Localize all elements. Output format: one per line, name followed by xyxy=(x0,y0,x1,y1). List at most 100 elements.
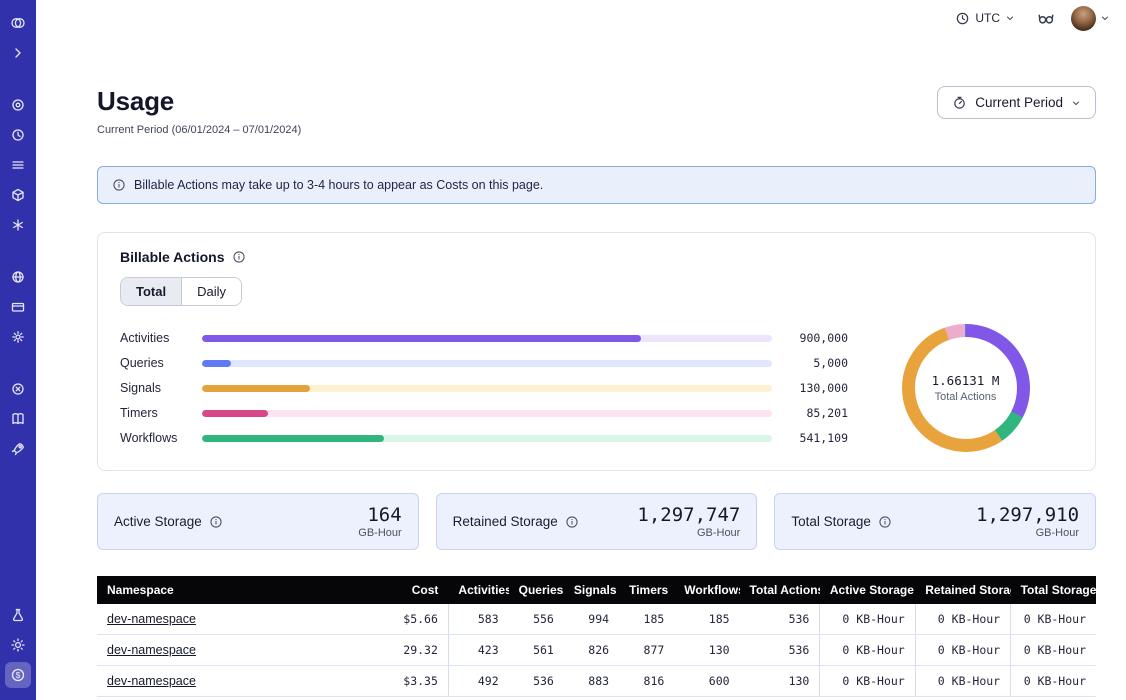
stopwatch-icon xyxy=(952,95,967,110)
namespaces-icon[interactable] xyxy=(5,92,31,118)
bar-track xyxy=(202,435,772,442)
column-header-active-storage: Active Storage xyxy=(820,576,915,604)
temporal-logo-icon[interactable] xyxy=(5,10,31,36)
table-cell: dev-namespace xyxy=(97,666,378,697)
stack-icon[interactable] xyxy=(5,152,31,178)
table-cell: 556 xyxy=(509,604,564,635)
info-banner-text: Billable Actions may take up to 3-4 hour… xyxy=(134,178,543,192)
usage-table: NamespaceCostActivitiesQueriesSignalsTim… xyxy=(97,576,1096,697)
bar-track xyxy=(202,385,772,392)
settings-gear-icon[interactable] xyxy=(5,324,31,350)
globe-icon[interactable] xyxy=(5,264,31,290)
info-banner: Billable Actions may take up to 3-4 hour… xyxy=(97,166,1096,204)
bar-track xyxy=(202,335,772,342)
docs-book-icon[interactable] xyxy=(5,406,31,432)
sun-icon[interactable] xyxy=(5,632,31,658)
table-cell: 492 xyxy=(448,666,508,697)
table-cell: 877 xyxy=(619,635,674,666)
namespace-link[interactable]: dev-namespace xyxy=(107,674,196,688)
svg-text:$: $ xyxy=(16,670,21,680)
usage-table-body: dev-namespace$5.665835569941851855360 KB… xyxy=(97,604,1096,697)
cube-icon[interactable] xyxy=(5,182,31,208)
table-cell: 536 xyxy=(509,666,564,697)
bar-fill xyxy=(202,435,384,442)
bar-chart: Activities 900,000 Queries 5,000 Signals130,… xyxy=(120,326,848,451)
donut-chart: 1.66131 M Total Actions xyxy=(902,324,1030,452)
info-icon[interactable] xyxy=(209,515,223,529)
glasses-icon[interactable] xyxy=(1037,9,1055,27)
bar-label: Signals xyxy=(120,381,194,395)
donut-total-value: 1.66131 M xyxy=(932,373,1000,388)
info-icon[interactable] xyxy=(878,515,892,529)
table-cell: 536 xyxy=(740,635,820,666)
history-clock-icon[interactable] xyxy=(5,122,31,148)
chevron-down-icon xyxy=(1071,98,1081,108)
timezone-label: UTC xyxy=(975,11,1000,25)
chevron-down-icon xyxy=(1100,13,1110,23)
stat-unit: GB-Hour xyxy=(637,527,740,539)
sidebar: $ xyxy=(0,0,36,700)
namespace-link[interactable]: dev-namespace xyxy=(107,612,196,626)
bar-track xyxy=(202,360,772,367)
column-header-total-storage: Total Storage xyxy=(1011,576,1096,604)
bar-label: Workflows xyxy=(120,431,194,445)
column-header-timers: Timers xyxy=(619,576,674,604)
table-cell: 0 KB-Hour xyxy=(820,635,915,666)
table-row: dev-namespace29.324235618268771305360 KB… xyxy=(97,635,1096,666)
billing-card-icon[interactable] xyxy=(5,294,31,320)
tab-daily[interactable]: Daily xyxy=(182,278,241,305)
bar-value: 5,000 xyxy=(786,356,848,370)
table-cell: 583 xyxy=(448,604,508,635)
table-cell: 0 KB-Hour xyxy=(915,604,1010,635)
stat-value: 1,297,747 xyxy=(637,504,740,526)
topbar: UTC xyxy=(36,0,1126,36)
tab-total[interactable]: Total xyxy=(121,278,182,305)
table-cell: $3.35 xyxy=(378,666,448,697)
table-cell: 0 KB-Hour xyxy=(1011,635,1096,666)
app-root: $ UTC Usage Current Period (06/01/20 xyxy=(0,0,1126,700)
stat-label: Total Storage xyxy=(791,514,871,529)
column-header-retained-storage: Retained Storage xyxy=(915,576,1010,604)
table-cell: 826 xyxy=(564,635,619,666)
support-circle-x-icon[interactable] xyxy=(5,376,31,402)
table-cell: 0 KB-Hour xyxy=(1011,604,1096,635)
billable-actions-title: Billable Actions xyxy=(120,249,225,265)
table-cell: dev-namespace xyxy=(97,604,378,635)
table-cell: 185 xyxy=(619,604,674,635)
namespace-link[interactable]: dev-namespace xyxy=(107,643,196,657)
bar-row-timers: Timers85,201 xyxy=(120,401,848,426)
table-cell: 423 xyxy=(448,635,508,666)
bar-value: 900,000 xyxy=(786,331,848,345)
table-cell: 0 KB-Hour xyxy=(1011,666,1096,697)
lab-flask-icon[interactable] xyxy=(5,602,31,628)
user-menu[interactable] xyxy=(1071,6,1110,31)
table-row: dev-namespace$3.354925368838166001300 KB… xyxy=(97,666,1096,697)
usage-dollar-icon[interactable]: $ xyxy=(5,662,31,688)
table-cell: 0 KB-Hour xyxy=(915,635,1010,666)
column-header-queries: Queries xyxy=(509,576,564,604)
bar-label: Activities xyxy=(120,331,194,345)
timezone-selector[interactable]: UTC xyxy=(949,10,1021,27)
stat-card-total-storage: Total Storage 1,297,910 GB-Hour xyxy=(774,493,1096,550)
column-header-namespace: Namespace xyxy=(97,576,378,604)
bar-value: 541,109 xyxy=(786,431,848,445)
info-icon xyxy=(112,178,126,192)
rocket-icon[interactable] xyxy=(5,436,31,462)
table-cell: 883 xyxy=(564,666,619,697)
page-content: Usage Current Period (06/01/2024 – 07/01… xyxy=(36,36,1126,700)
page-subtitle: Current Period (06/01/2024 – 07/01/2024) xyxy=(97,124,301,136)
usage-table-header: NamespaceCostActivitiesQueriesSignalsTim… xyxy=(97,576,1096,604)
bar-row-activities: Activities 900,000 xyxy=(120,326,848,351)
chevron-down-icon xyxy=(1005,13,1015,23)
info-icon[interactable] xyxy=(565,515,579,529)
info-icon[interactable] xyxy=(232,250,246,264)
nexus-asterisk-icon[interactable] xyxy=(5,212,31,238)
table-cell: dev-namespace xyxy=(97,635,378,666)
bar-fill xyxy=(202,335,641,342)
table-cell: 561 xyxy=(509,635,564,666)
bar-label: Queries xyxy=(120,356,194,370)
collapse-chevron-icon[interactable] xyxy=(5,40,31,66)
table-cell: 816 xyxy=(619,666,674,697)
bar-row-signals: Signals130,000 xyxy=(120,376,848,401)
period-selector-button[interactable]: Current Period xyxy=(937,86,1096,119)
